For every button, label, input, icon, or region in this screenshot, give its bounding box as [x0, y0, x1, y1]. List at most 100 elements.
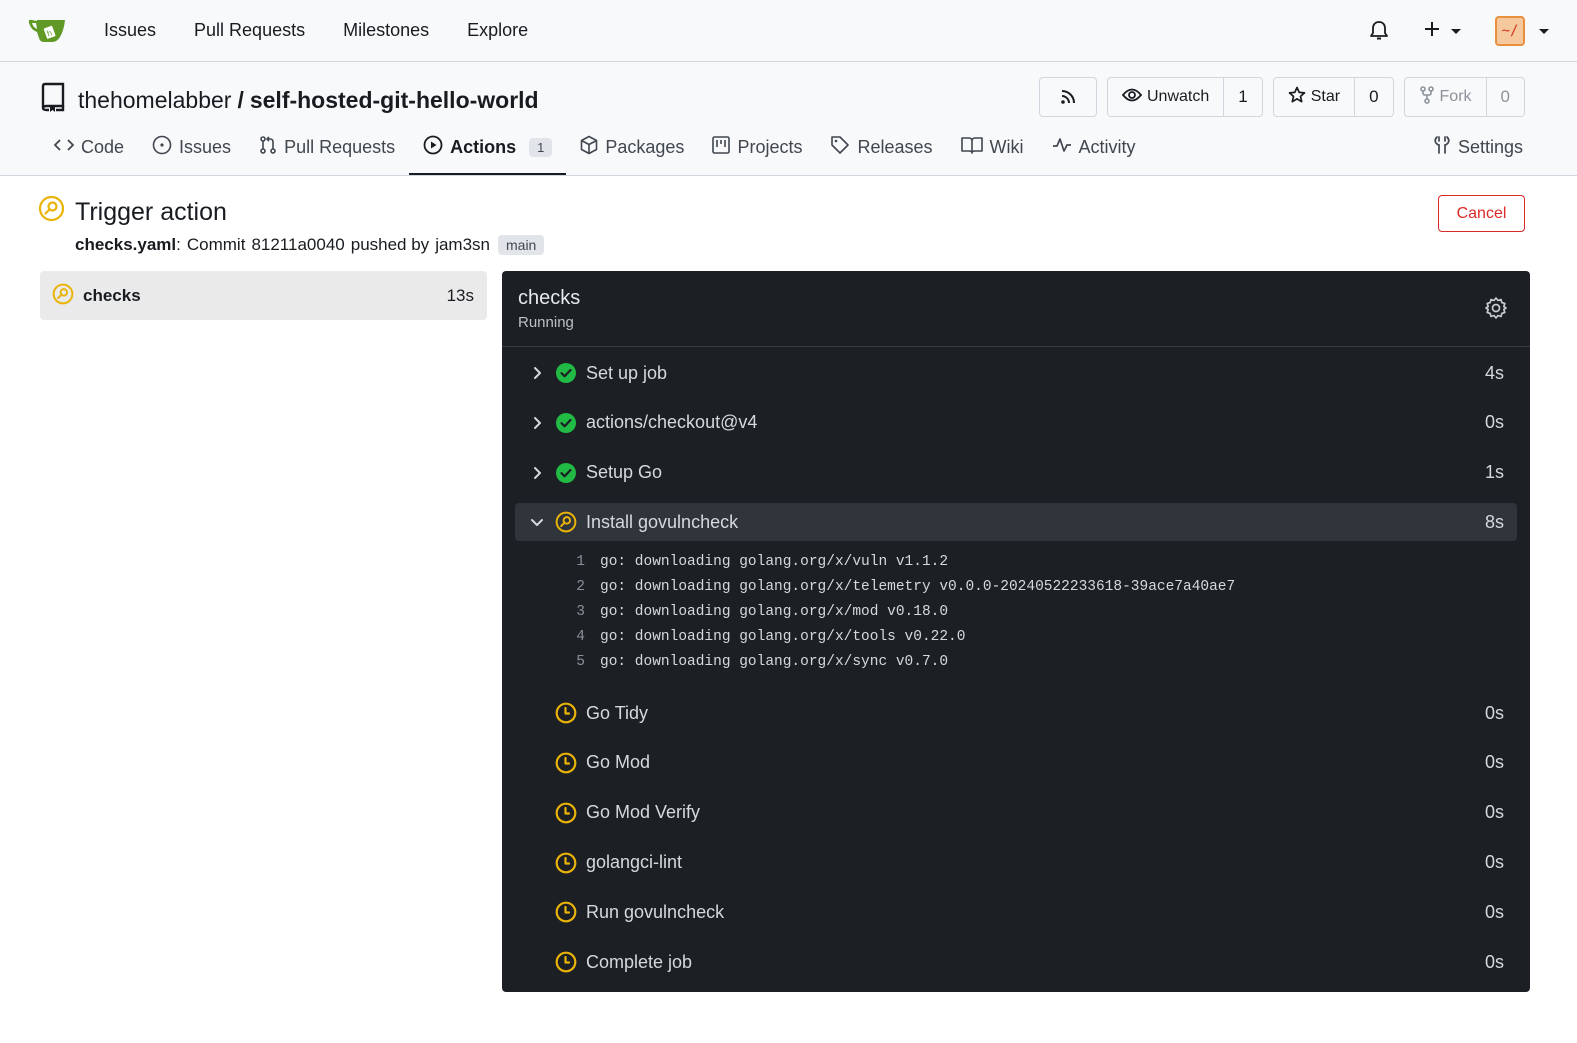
- nav-milestones[interactable]: Milestones: [343, 20, 429, 41]
- job-item[interactable]: checks 13s: [40, 271, 487, 320]
- commit-link[interactable]: 81211a0040: [251, 235, 344, 255]
- star-icon: [1288, 86, 1306, 109]
- gitea-logo-icon[interactable]: h: [28, 16, 68, 46]
- step-label: Install govulncheck: [586, 511, 739, 532]
- tab-issues[interactable]: Issues: [138, 121, 245, 175]
- bell-icon[interactable]: [1369, 20, 1389, 42]
- job-log-panel: checks Running Set up job 4s actions/check…: [502, 271, 1530, 992]
- check-circle-icon: [555, 362, 577, 384]
- line-number[interactable]: 5: [565, 654, 585, 670]
- step-row[interactable]: Set up job 4s: [515, 354, 1517, 392]
- clock-icon: [555, 702, 577, 724]
- line-number[interactable]: 2: [565, 579, 585, 595]
- step-row[interactable]: Go Mod 0s: [515, 744, 1517, 782]
- step-duration: 8s: [1484, 511, 1504, 532]
- gear-icon[interactable]: [1484, 296, 1508, 324]
- cancel-button[interactable]: Cancel: [1438, 195, 1525, 232]
- tab-wiki[interactable]: Wiki: [947, 121, 1038, 175]
- line-number[interactable]: 1: [565, 554, 585, 570]
- fork-button[interactable]: Fork: [1405, 78, 1486, 116]
- workflow-file-link[interactable]: checks.yaml: [75, 235, 176, 254]
- rss-feed-button[interactable]: [1039, 77, 1097, 117]
- step-row[interactable]: golangci-lint 0s: [515, 844, 1517, 882]
- step-row[interactable]: actions/checkout@v4 0s: [515, 404, 1517, 442]
- tab-label: Releases: [857, 136, 933, 157]
- tab-code[interactable]: Code: [40, 121, 138, 175]
- tab-projects[interactable]: Projects: [698, 121, 816, 175]
- unwatch-button[interactable]: Unwatch: [1108, 78, 1223, 116]
- tab-actions[interactable]: Actions 1: [409, 121, 567, 175]
- tab-settings[interactable]: Settings: [1419, 121, 1537, 175]
- run-title-text: Trigger action: [75, 197, 227, 226]
- nav-pull-requests[interactable]: Pull Requests: [194, 20, 305, 41]
- step-duration: 1s: [1484, 462, 1504, 483]
- plus-icon: [1423, 20, 1441, 42]
- tab-label: Wiki: [989, 136, 1024, 157]
- step-duration: 4s: [1484, 362, 1504, 383]
- chevron-right-icon[interactable]: [529, 365, 545, 381]
- clock-icon: [555, 951, 577, 973]
- step-duration: 0s: [1484, 852, 1504, 873]
- create-new-menu[interactable]: [1423, 20, 1461, 42]
- eye-icon: [1121, 87, 1143, 108]
- tag-icon: [830, 135, 850, 160]
- git-pull-request-icon: [259, 135, 277, 160]
- fork-icon: [1419, 85, 1435, 109]
- line-number[interactable]: 4: [565, 629, 585, 645]
- nav-explore[interactable]: Explore: [467, 20, 528, 41]
- check-circle-icon: [555, 412, 577, 434]
- line-number[interactable]: 3: [565, 604, 585, 620]
- line-text: go: downloading golang.org/x/sync v0.7.0: [600, 653, 949, 670]
- package-icon: [580, 135, 598, 160]
- branch-badge[interactable]: main: [498, 235, 545, 255]
- log-header: checks Running: [502, 271, 1530, 347]
- step-label: Run govulncheck: [586, 901, 725, 922]
- watchers-count[interactable]: 1: [1223, 78, 1261, 116]
- step-row[interactable]: Install govulncheck 8s: [515, 503, 1517, 542]
- stars-count[interactable]: 0: [1354, 78, 1392, 116]
- star-button[interactable]: Star: [1274, 78, 1354, 116]
- step-duration: 0s: [1484, 951, 1504, 972]
- job-duration: 13s: [446, 285, 474, 305]
- play-icon: [423, 135, 443, 160]
- log-line: 2 go: downloading golang.org/x/telemetry …: [565, 574, 1517, 599]
- clock-icon: [555, 852, 577, 874]
- tab-label: Issues: [179, 136, 232, 157]
- clock-icon: [555, 901, 577, 923]
- tab-pull-requests[interactable]: Pull Requests: [245, 121, 409, 175]
- nav-issues[interactable]: Issues: [104, 20, 156, 41]
- log-line: 3 go: downloading golang.org/x/mod v0.18.…: [565, 599, 1517, 624]
- unwatch-button-group: Unwatch 1: [1107, 77, 1263, 117]
- chevron-right-icon[interactable]: [529, 415, 545, 431]
- step-row[interactable]: Go Mod Verify 0s: [515, 794, 1517, 832]
- tab-packages[interactable]: Packages: [566, 121, 698, 175]
- tab-activity[interactable]: Activity: [1038, 121, 1150, 175]
- step-duration: 0s: [1484, 901, 1504, 922]
- repo-name-link[interactable]: self-hosted-git-hello-world: [250, 87, 539, 114]
- line-text: go: downloading golang.org/x/mod v0.18.0: [600, 603, 949, 620]
- step-row[interactable]: Run govulncheck 0s: [515, 893, 1517, 931]
- tab-releases[interactable]: Releases: [816, 121, 946, 175]
- step-row[interactable]: Complete job 0s: [515, 943, 1517, 981]
- unwatch-label: Unwatch: [1147, 88, 1210, 105]
- step-duration: 0s: [1484, 412, 1504, 433]
- clock-icon: [555, 802, 577, 824]
- chevron-right-icon[interactable]: [529, 465, 545, 481]
- running-status-icon: [38, 195, 65, 229]
- repo-owner-link[interactable]: thehomelabber: [78, 87, 231, 114]
- forks-count[interactable]: 0: [1485, 78, 1524, 116]
- tab-label: Activity: [1078, 136, 1136, 157]
- user-link[interactable]: jam3sn: [435, 235, 490, 255]
- tab-label: Actions: [450, 136, 517, 157]
- repo-separator: /: [237, 86, 244, 113]
- line-text: go: downloading golang.org/x/telemetry v…: [600, 578, 1236, 595]
- step-label: Go Mod Verify: [586, 802, 701, 823]
- step-row[interactable]: Setup Go 1s: [515, 454, 1517, 492]
- log-job-status: Running: [518, 314, 574, 331]
- user-menu[interactable]: ~/: [1495, 16, 1549, 46]
- chevron-down-icon[interactable]: [529, 514, 545, 530]
- repo-header: thehomelabber / self-hosted-git-hello-wo…: [0, 62, 1577, 176]
- code-icon: [53, 137, 75, 158]
- step-label: Set up job: [586, 362, 668, 383]
- step-row[interactable]: Go Tidy 0s: [515, 694, 1517, 732]
